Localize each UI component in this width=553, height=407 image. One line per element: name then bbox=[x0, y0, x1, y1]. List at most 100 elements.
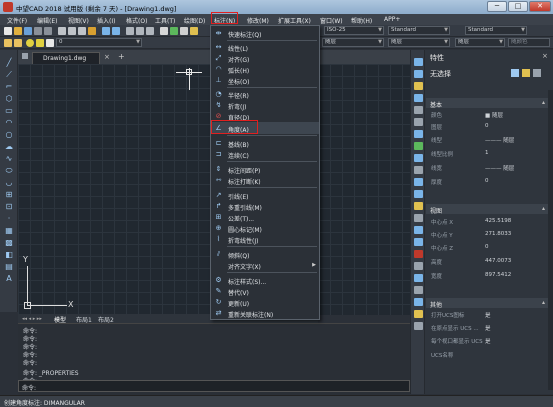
offset-icon[interactable] bbox=[414, 94, 423, 102]
hatch-icon[interactable]: ▦ bbox=[4, 226, 14, 235]
menu-format[interactable]: 格式(O) bbox=[126, 16, 147, 25]
prop-value[interactable]: 1 bbox=[485, 150, 489, 156]
collapse-icon[interactable]: ▴ bbox=[542, 99, 545, 106]
print-preview-icon[interactable] bbox=[44, 27, 52, 35]
section-misc[interactable]: 其他 ▴ bbox=[426, 298, 548, 309]
group-icon[interactable] bbox=[414, 322, 423, 330]
break-icon[interactable] bbox=[414, 202, 423, 210]
command-input[interactable]: 命令: bbox=[18, 380, 410, 392]
layer-freeze-icon[interactable] bbox=[36, 39, 44, 47]
polygon-icon[interactable]: ⬡ bbox=[4, 94, 14, 103]
measure-icon[interactable] bbox=[414, 298, 423, 306]
tab-drawing1[interactable]: Drawing1.dwg bbox=[32, 52, 100, 64]
insert-block-icon[interactable]: ⊞ bbox=[4, 190, 14, 199]
menu-item-reassociate[interactable]: ⇄ 重新关联标注(N) bbox=[211, 308, 319, 319]
section-basic[interactable]: 基本 ▴ bbox=[426, 98, 548, 109]
menu-item-continue[interactable]: ⊐ 连续(C) bbox=[211, 149, 319, 160]
undo-icon[interactable] bbox=[102, 27, 110, 35]
menu-item-leader[interactable]: ↗ 引线(E) bbox=[211, 190, 319, 201]
chamfer-icon[interactable] bbox=[414, 226, 423, 234]
tab-menu-icon[interactable] bbox=[22, 53, 28, 59]
linetype-combo[interactable]: 随层 ▼ bbox=[388, 38, 450, 47]
dim-style-combo[interactable]: ISO-25 ▼ bbox=[324, 26, 384, 35]
explode-icon[interactable] bbox=[414, 250, 423, 258]
lengthen-icon[interactable] bbox=[414, 166, 423, 174]
edit-polyline-icon[interactable] bbox=[414, 262, 423, 270]
menu-item-dim-style[interactable]: ⚙ 标注样式(S)... bbox=[211, 275, 319, 286]
layer-color-icon[interactable] bbox=[46, 39, 54, 47]
menu-tools[interactable]: 工具(T) bbox=[155, 16, 175, 25]
menu-item-override[interactable]: ✎ 替代(V) bbox=[211, 286, 319, 297]
menu-item-baseline[interactable]: ⊏ 基线(B) bbox=[211, 138, 319, 149]
menu-item-align-text[interactable]: 对齐文字(X) ▶ bbox=[211, 260, 319, 271]
prop-value[interactable]: 0 bbox=[485, 123, 489, 129]
menu-draw[interactable]: 绘图(D) bbox=[184, 16, 205, 25]
redo-icon[interactable] bbox=[112, 27, 120, 35]
fillet-icon[interactable] bbox=[414, 238, 423, 246]
layout-nav-icons[interactable]: ◂◂ ◂ ▸ ▸▸ bbox=[22, 316, 52, 322]
layer-state-icon[interactable] bbox=[14, 39, 22, 47]
erase-icon[interactable] bbox=[414, 58, 423, 66]
menu-help[interactable]: 帮助(H) bbox=[351, 16, 372, 25]
new-file-icon[interactable] bbox=[4, 27, 12, 35]
mtext-icon[interactable]: A bbox=[4, 274, 14, 283]
print-icon[interactable] bbox=[34, 27, 42, 35]
spline-icon[interactable]: ∿ bbox=[4, 154, 14, 163]
properties-scrollbar[interactable] bbox=[548, 90, 553, 390]
revision-cloud-icon[interactable]: ☁ bbox=[4, 142, 14, 151]
menu-item-linear[interactable]: ↔ 线性(L) bbox=[211, 42, 319, 53]
prop-value[interactable]: ——— 随层 bbox=[485, 136, 514, 144]
menu-item-aligned[interactable]: ⤢ 对齐(G) bbox=[211, 53, 319, 64]
rectangle-icon[interactable]: ▭ bbox=[4, 106, 14, 115]
new-tab-icon[interactable]: + bbox=[118, 52, 125, 61]
pan-icon[interactable] bbox=[126, 27, 134, 35]
color-combo[interactable]: 随层 ▼ bbox=[322, 38, 384, 47]
menu-item-jogged[interactable]: ↯ 折弯(J) bbox=[211, 100, 319, 111]
pickadd-toggle-icon[interactable] bbox=[533, 69, 541, 77]
properties-icon[interactable] bbox=[160, 27, 168, 35]
zoom-window-icon[interactable] bbox=[146, 27, 154, 35]
scale-icon[interactable] bbox=[414, 142, 423, 150]
mirror-icon[interactable] bbox=[414, 82, 423, 90]
menu-item-dim-space[interactable]: ⇕ 标注间距(P) bbox=[211, 164, 319, 175]
selection-dropdown[interactable]: 无选择 bbox=[430, 69, 510, 79]
prop-value[interactable]: ——— 随层 bbox=[485, 164, 514, 172]
region-icon[interactable]: ◧ bbox=[4, 250, 14, 259]
menu-item-quick-dimension[interactable]: ⇹ 快速标注(Q) bbox=[211, 28, 319, 39]
menu-window[interactable]: 窗口(W) bbox=[320, 16, 343, 25]
select-objects-icon[interactable] bbox=[522, 69, 530, 77]
properties-match-icon[interactable] bbox=[414, 310, 423, 318]
menu-extend-tools[interactable]: 扩展工具(X) bbox=[278, 16, 311, 25]
tab-close-icon[interactable]: × bbox=[104, 53, 110, 61]
layer-manager-icon[interactable] bbox=[4, 39, 12, 47]
menu-file[interactable]: 文件(F) bbox=[7, 16, 27, 25]
menu-item-center-mark[interactable]: ⊕ 圆心标记(M) bbox=[211, 223, 319, 234]
zoom-realtime-icon[interactable] bbox=[136, 27, 144, 35]
move-icon[interactable] bbox=[414, 118, 423, 126]
paste-icon[interactable] bbox=[78, 27, 86, 35]
menu-insert[interactable]: 插入(I) bbox=[97, 16, 115, 25]
menu-view[interactable]: 视图(V) bbox=[68, 16, 89, 25]
cut-icon[interactable] bbox=[58, 27, 66, 35]
menu-item-ordinate[interactable]: ⊥ 坐标(O) bbox=[211, 75, 319, 86]
copy-icon[interactable] bbox=[68, 27, 76, 35]
close-button[interactable]: ✕ bbox=[529, 1, 551, 12]
save-icon[interactable] bbox=[24, 27, 32, 35]
prop-value[interactable]: ■ 随层 bbox=[485, 111, 503, 119]
plotstyle-combo[interactable]: 随颜色 bbox=[508, 38, 550, 47]
maximize-button[interactable]: □ bbox=[508, 1, 528, 12]
prop-value[interactable]: 0 bbox=[485, 178, 489, 184]
properties-close-icon[interactable]: × bbox=[542, 52, 548, 60]
menu-edit[interactable]: 编辑(E) bbox=[37, 16, 57, 25]
menu-item-dim-break[interactable]: ⇿ 标注打断(K) bbox=[211, 175, 319, 186]
construction-line-icon[interactable]: ⟋ bbox=[4, 70, 14, 79]
join-icon[interactable] bbox=[414, 214, 423, 222]
stretch-icon[interactable] bbox=[414, 154, 423, 162]
ellipse-arc-icon[interactable]: ◡ bbox=[4, 178, 14, 187]
menu-item-tolerance[interactable]: ⊞ 公差(T)... bbox=[211, 212, 319, 223]
calculator-icon[interactable] bbox=[180, 27, 188, 35]
layer-on-icon[interactable] bbox=[26, 39, 34, 47]
table-style-combo[interactable]: Standard ▼ bbox=[465, 26, 527, 35]
menu-item-oblique[interactable]: ⫽ 倾斜(Q) bbox=[211, 249, 319, 260]
menu-modify[interactable]: 修改(M) bbox=[247, 16, 269, 25]
